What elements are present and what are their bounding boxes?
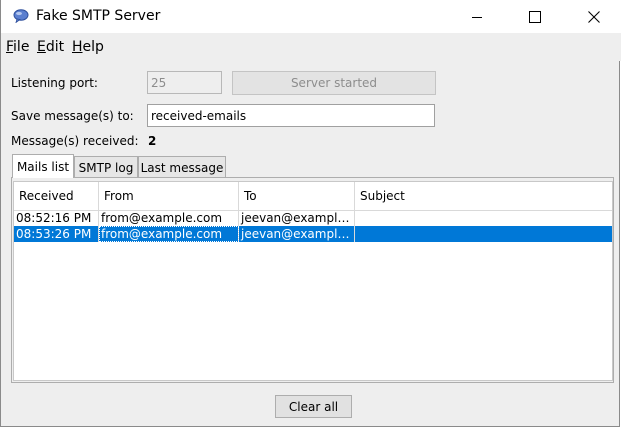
cell-to: jeevan@example... — [241, 226, 355, 242]
cell-to: jeevan@example... — [241, 210, 355, 226]
window-title: Fake SMTP Server — [36, 8, 161, 24]
tab-last-message[interactable]: Last message — [138, 156, 226, 178]
chat-bubble-icon — [13, 9, 29, 24]
server-started-button[interactable]: Server started — [232, 71, 436, 95]
received-count: 2 — [148, 134, 157, 148]
menu-edit[interactable]: Edit — [37, 39, 64, 55]
close-icon — [588, 10, 600, 23]
table-row-selected[interactable]: 08:53:26 PM from@example.com jeevan@exam… — [14, 226, 612, 242]
clear-all-button[interactable]: Clear all — [275, 395, 352, 418]
cell-subject — [355, 210, 612, 226]
cell-subject — [355, 226, 612, 242]
menu-edit-mnemonic: E — [37, 39, 46, 55]
cell-from: from@example.com — [99, 210, 239, 226]
column-header-received[interactable]: Received — [14, 182, 99, 210]
port-field[interactable] — [147, 71, 222, 94]
maximize-icon — [529, 10, 541, 23]
column-header-to[interactable]: To — [239, 182, 355, 210]
menu-bar: File Edit Help — [1, 33, 621, 61]
app-window: Fake SMTP Server File Edit Help Listenin… — [0, 0, 621, 427]
save-label: Save message(s) to: — [11, 109, 134, 123]
tab-mails-list[interactable]: Mails list — [12, 154, 74, 178]
port-label: Listening port: — [11, 76, 98, 90]
minimize-icon — [471, 11, 483, 23]
table-row[interactable]: 08:52:16 PM from@example.com jeevan@exam… — [14, 210, 612, 226]
cell-received: 08:53:26 PM — [14, 226, 99, 242]
menu-file-mnemonic: F — [6, 39, 14, 55]
tab-smtp-log[interactable]: SMTP log — [74, 156, 138, 178]
menu-file-label: ile — [13, 39, 30, 55]
cell-from: from@example.com — [99, 226, 239, 242]
column-header-subject[interactable]: Subject — [355, 182, 612, 210]
menu-file[interactable]: File — [6, 39, 29, 55]
menu-help-label: elp — [82, 39, 104, 55]
mails-table[interactable]: Received From To Subject 08:52:16 PM fro… — [13, 181, 613, 381]
title-bar: Fake SMTP Server — [1, 0, 621, 33]
minimize-button[interactable] — [454, 0, 500, 33]
menu-help[interactable]: Help — [72, 39, 104, 55]
maximize-button[interactable] — [512, 0, 558, 33]
close-button[interactable] — [571, 0, 617, 33]
menu-help-mnemonic: H — [72, 39, 83, 55]
table-header: Received From To Subject — [14, 182, 612, 211]
column-header-from[interactable]: From — [99, 182, 239, 210]
received-label: Message(s) received: — [11, 134, 139, 148]
menu-edit-label: dit — [45, 39, 65, 55]
cell-received: 08:52:16 PM — [14, 210, 99, 226]
save-folder-field[interactable] — [147, 104, 435, 127]
